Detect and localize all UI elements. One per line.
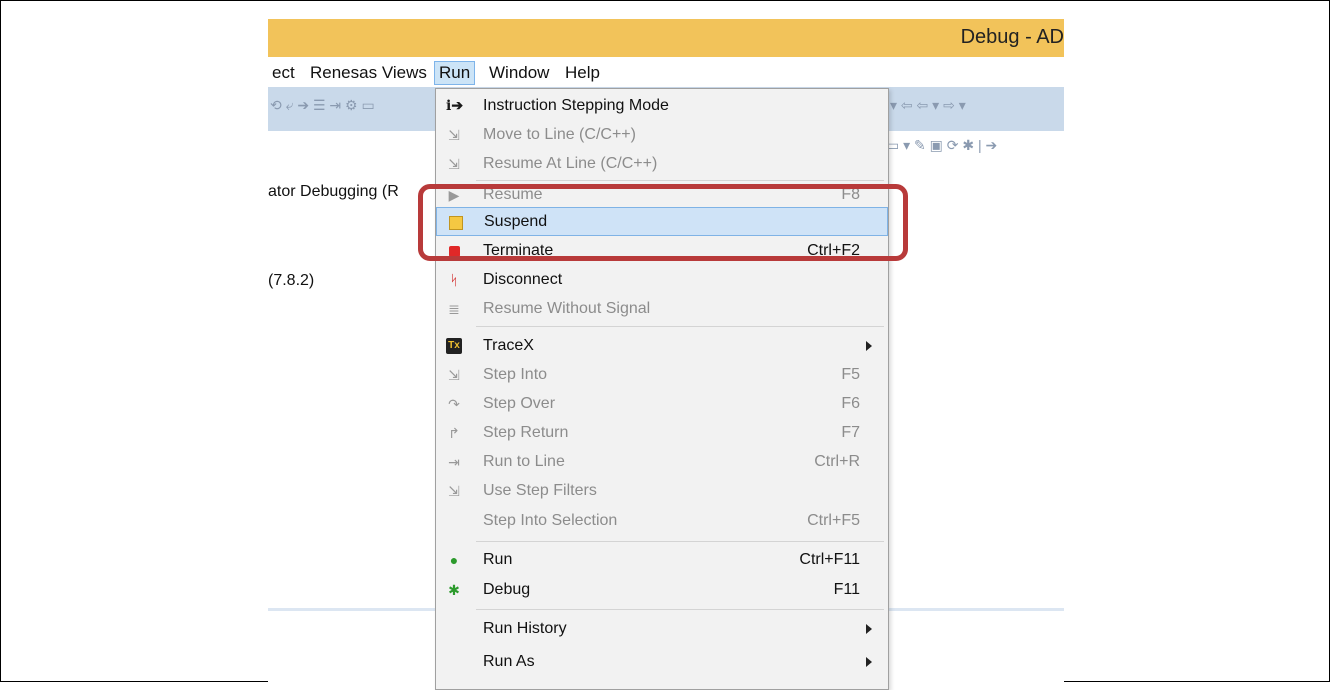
- menu-item-resume-at-line[interactable]: ⇲ Resume At Line (C/C++): [436, 150, 888, 179]
- resume-at-line-icon: ⇲: [448, 156, 460, 172]
- menu-separator: [476, 541, 884, 542]
- step-into-icon: ⇲: [448, 367, 460, 383]
- menu-item-resume-without-signal[interactable]: ≣ Resume Without Signal: [436, 295, 888, 324]
- menu-item-run-to-line[interactable]: ⇥ Run to Line Ctrl+R: [436, 448, 888, 477]
- menu-item-step-into[interactable]: ⇲ Step Into F5: [436, 361, 888, 390]
- step-return-icon: ↱: [448, 425, 460, 441]
- menu-bar: ect Renesas Views Run Window Help: [268, 57, 1064, 87]
- menu-item-disconnect[interactable]: ᛋ Disconnect: [436, 266, 888, 295]
- menu-help[interactable]: Help: [561, 61, 604, 85]
- menu-separator: [476, 609, 884, 610]
- suspend-icon: [449, 216, 463, 230]
- submenu-arrow-icon: [866, 657, 872, 667]
- menu-renesas-views[interactable]: Renesas Views: [306, 61, 431, 85]
- menu-separator: [476, 326, 884, 327]
- step-filters-icon: ⇲: [448, 483, 460, 499]
- menu-item-debug[interactable]: ✱ Debug F11: [436, 576, 888, 605]
- window-title: Debug - AD: [960, 26, 1064, 48]
- menu-item-instruction-stepping[interactable]: i➔ Instruction Stepping Mode: [436, 92, 888, 121]
- title-bar: Debug - AD: [268, 19, 1064, 57]
- resume-icon: ▶: [448, 187, 460, 203]
- menu-item-move-to-line[interactable]: ⇲ Move to Line (C/C++): [436, 121, 888, 150]
- submenu-arrow-icon: [866, 624, 872, 634]
- toolbar-nav-icons[interactable]: ▾ ⇦ ⇦ ▾ ⇨ ▾: [890, 97, 966, 114]
- run-icon: ●: [449, 552, 459, 568]
- menu-item-step-into-selection[interactable]: Step Into Selection Ctrl+F5: [436, 507, 888, 536]
- debug-config-label: ator Debugging (R: [268, 183, 399, 200]
- tracex-icon: Tx: [446, 338, 462, 354]
- menu-item-use-step-filters[interactable]: ⇲ Use Step Filters: [436, 477, 888, 506]
- resume-without-signal-icon: ≣: [448, 301, 460, 317]
- view-toolbar-icons[interactable]: ▭ ▾ ✎ ▣ ⟳ ✱ | ➔: [886, 137, 997, 154]
- step-over-icon: ↷: [448, 396, 460, 412]
- menu-item-run-history[interactable]: Run History: [436, 615, 888, 644]
- menu-item-step-over[interactable]: ↷ Step Over F6: [436, 390, 888, 419]
- menu-window[interactable]: Window: [485, 61, 553, 85]
- submenu-arrow-icon: [866, 341, 872, 351]
- menu-run[interactable]: Run: [434, 61, 476, 85]
- menu-item-run-as[interactable]: Run As: [436, 648, 888, 677]
- terminate-icon: [449, 246, 460, 257]
- menu-item-suspend[interactable]: Suspend: [436, 207, 888, 236]
- toolbar-icons-left[interactable]: ⟲ ⤶ ➔ ☰ ⇥ ⚙ ▭: [270, 97, 375, 114]
- menu-project[interactable]: ect: [268, 61, 299, 85]
- run-to-line-icon: ⇥: [448, 454, 460, 470]
- version-label: (7.8.2): [268, 272, 315, 289]
- menu-item-terminate[interactable]: Terminate Ctrl+F2: [436, 237, 888, 266]
- menu-item-resume[interactable]: ▶ Resume F8: [436, 181, 888, 210]
- menu-item-tracex[interactable]: Tx TraceX: [436, 332, 888, 361]
- instruction-stepping-icon: i➔: [446, 98, 464, 114]
- move-to-line-icon: ⇲: [448, 127, 460, 143]
- disconnect-icon: ᛋ: [449, 272, 459, 288]
- menu-item-run[interactable]: ● Run Ctrl+F11: [436, 546, 888, 575]
- run-menu-dropdown: i➔ Instruction Stepping Mode ⇲ Move to L…: [435, 88, 889, 690]
- menu-item-step-return[interactable]: ↱ Step Return F7: [436, 419, 888, 448]
- debug-icon: ✱: [448, 582, 460, 598]
